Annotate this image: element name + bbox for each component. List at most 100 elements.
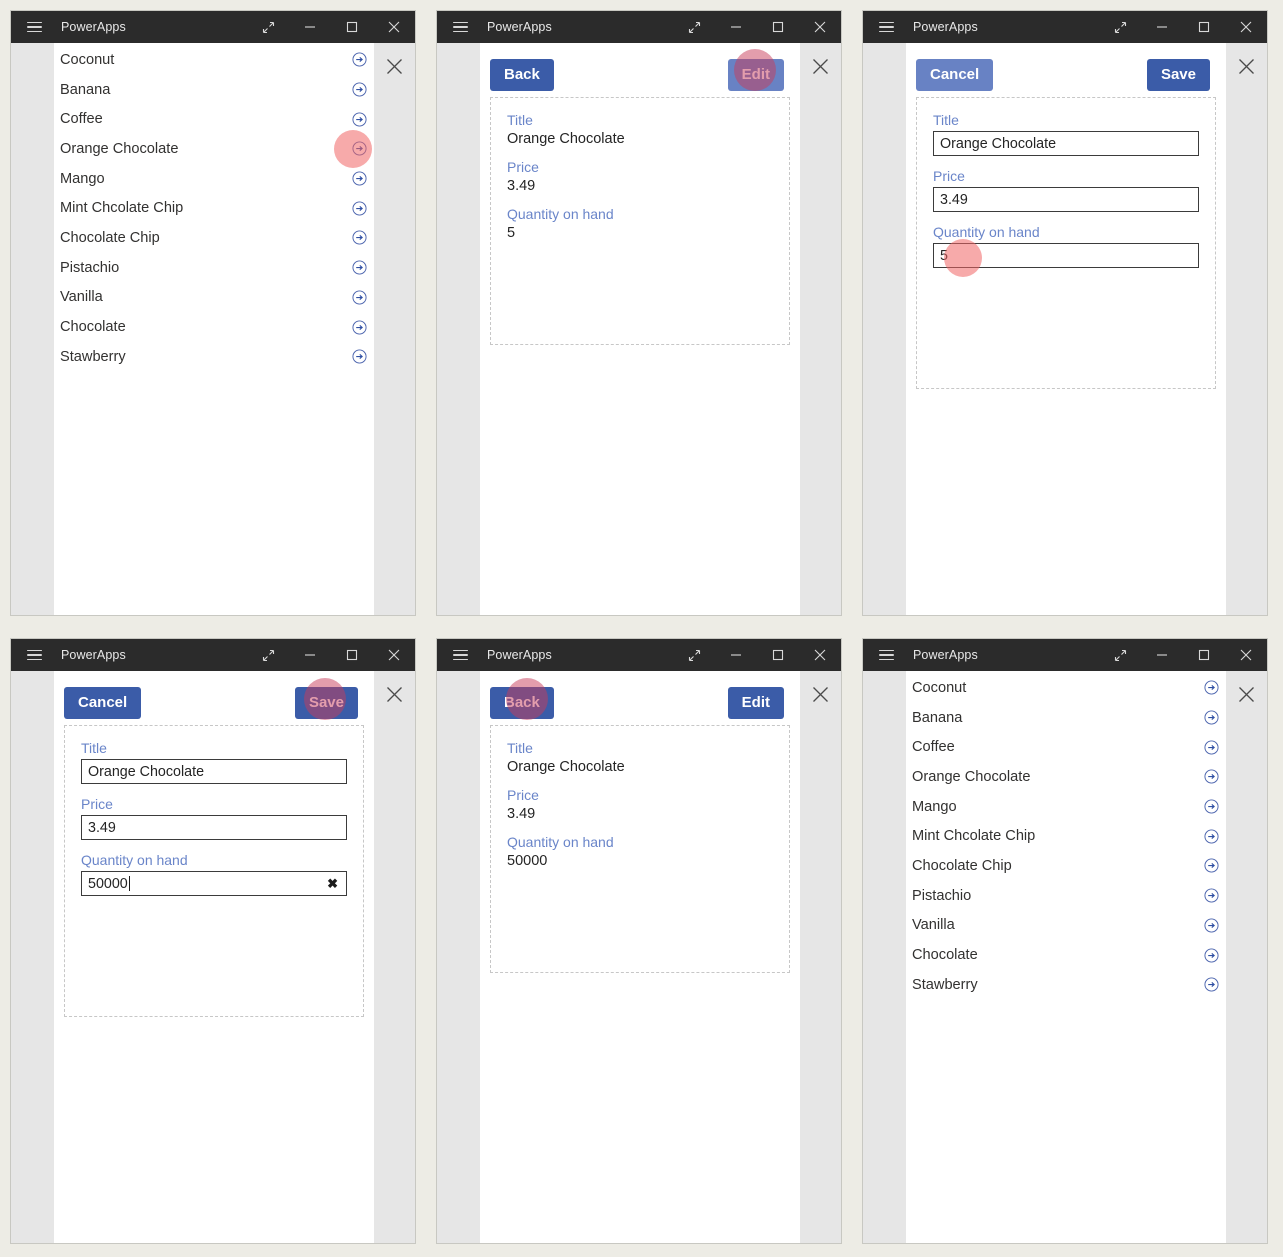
minimize-icon[interactable] [1141,11,1183,43]
list-item-orange-chocolate[interactable]: Orange Chocolate [54,130,374,169]
circle-arrow-right-icon[interactable] [344,141,374,156]
list-item[interactable]: Mango [54,164,374,194]
expand-diagonal-icon[interactable] [673,639,715,671]
price-input[interactable]: 3.49 [933,187,1199,212]
cancel-button[interactable]: Cancel [64,687,142,719]
title-input[interactable]: Orange Chocolate [81,759,347,784]
list-item[interactable]: Chocolate Chip [906,851,1226,881]
edit-button[interactable]: Edit [727,687,784,719]
maximize-icon[interactable] [1183,639,1225,671]
hamburger-icon[interactable] [11,639,57,671]
minimize-icon[interactable] [1141,639,1183,671]
circle-arrow-right-icon[interactable] [344,52,374,67]
list-item[interactable]: Vanilla [54,283,374,313]
price-input[interactable]: 3.49 [81,815,347,840]
panel-5-detail-updated: PowerApps Back Edit Title Orange Chocola… [426,628,852,1256]
circle-arrow-right-icon[interactable] [1196,769,1226,784]
app-close-icon[interactable] [1232,680,1260,708]
circle-arrow-right-icon[interactable] [1196,977,1226,992]
circle-arrow-right-icon[interactable] [1196,918,1226,933]
list-item[interactable]: Coffee [906,732,1226,762]
hamburger-icon[interactable] [11,11,57,43]
circle-arrow-right-icon[interactable] [1196,740,1226,755]
close-icon[interactable] [373,11,415,43]
minimize-icon[interactable] [289,11,331,43]
list-item[interactable]: Chocolate Chip [54,223,374,253]
list-item[interactable]: Vanilla [906,911,1226,941]
hamburger-icon[interactable] [437,639,483,671]
field-label: Price [81,796,113,812]
maximize-icon[interactable] [757,11,799,43]
close-icon[interactable] [1225,639,1267,671]
maximize-icon[interactable] [757,639,799,671]
field-price: Price 3.49 [933,168,1199,212]
expand-diagonal-icon[interactable] [247,11,289,43]
circle-arrow-right-icon[interactable] [344,171,374,186]
list-item[interactable]: Chocolate [54,312,374,342]
list-item[interactable]: Orange Chocolate [906,762,1226,792]
circle-arrow-right-icon[interactable] [344,82,374,97]
circle-arrow-right-icon[interactable] [1196,799,1226,814]
maximize-icon[interactable] [331,639,373,671]
list-item[interactable]: Pistachio [54,253,374,283]
quantity-input[interactable]: 5 [933,243,1199,268]
circle-arrow-right-icon[interactable] [344,320,374,335]
app-close-icon[interactable] [1232,52,1260,80]
list-item[interactable]: Mango [906,792,1226,822]
expand-diagonal-icon[interactable] [1099,639,1141,671]
circle-arrow-right-icon[interactable] [344,201,374,216]
minimize-icon[interactable] [289,639,331,671]
list-item[interactable]: Coconut [906,673,1226,703]
back-button[interactable]: Back [490,59,554,91]
circle-arrow-right-icon[interactable] [1196,829,1226,844]
circle-arrow-right-icon[interactable] [344,112,374,127]
list-item[interactable]: Mint Chcolate Chip [54,193,374,223]
close-icon[interactable] [799,639,841,671]
list-item[interactable]: Coffee [54,104,374,134]
app-close-icon[interactable] [806,52,834,80]
list-item[interactable]: Stawberry [54,342,374,372]
edit-button[interactable]: Edit [727,59,784,91]
cancel-button[interactable]: Cancel [916,59,994,91]
circle-arrow-right-icon[interactable] [344,349,374,364]
circle-arrow-right-icon[interactable] [344,290,374,305]
field-price: Price 3.49 [81,796,347,840]
minimize-icon[interactable] [715,11,757,43]
close-icon[interactable] [1225,11,1267,43]
expand-diagonal-icon[interactable] [247,639,289,671]
list-item[interactable]: Chocolate [906,940,1226,970]
app-close-icon[interactable] [380,52,408,80]
circle-arrow-right-icon[interactable] [1196,680,1226,695]
app-close-icon[interactable] [380,680,408,708]
save-button[interactable]: Save [1146,59,1210,91]
circle-arrow-right-icon[interactable] [1196,710,1226,725]
list-item[interactable]: Stawberry [906,970,1226,1000]
list-item[interactable]: Banana [54,75,374,105]
circle-arrow-right-icon[interactable] [1196,888,1226,903]
close-icon[interactable] [799,11,841,43]
list-item[interactable]: Mint Chcolate Chip [906,821,1226,851]
maximize-icon[interactable] [1183,11,1225,43]
minimize-icon[interactable] [715,639,757,671]
list-item[interactable]: Banana [906,703,1226,733]
app-close-icon[interactable] [806,680,834,708]
quantity-input[interactable]: 50000 ✖ [81,871,347,896]
circle-arrow-right-icon[interactable] [344,260,374,275]
list-item[interactable]: Pistachio [906,881,1226,911]
close-icon[interactable] [373,639,415,671]
clear-x-icon[interactable]: ✖ [327,876,340,892]
expand-diagonal-icon[interactable] [1099,11,1141,43]
hamburger-icon[interactable] [437,11,483,43]
list-item[interactable]: Coconut [54,45,374,75]
back-button[interactable]: Back [490,687,554,719]
command-bar: Back Edit [490,49,790,97]
save-button[interactable]: Save [294,687,358,719]
hamburger-icon[interactable] [863,639,909,671]
expand-diagonal-icon[interactable] [673,11,715,43]
circle-arrow-right-icon[interactable] [1196,948,1226,963]
title-input[interactable]: Orange Chocolate [933,131,1199,156]
circle-arrow-right-icon[interactable] [1196,858,1226,873]
maximize-icon[interactable] [331,11,373,43]
circle-arrow-right-icon[interactable] [344,230,374,245]
hamburger-icon[interactable] [863,11,909,43]
